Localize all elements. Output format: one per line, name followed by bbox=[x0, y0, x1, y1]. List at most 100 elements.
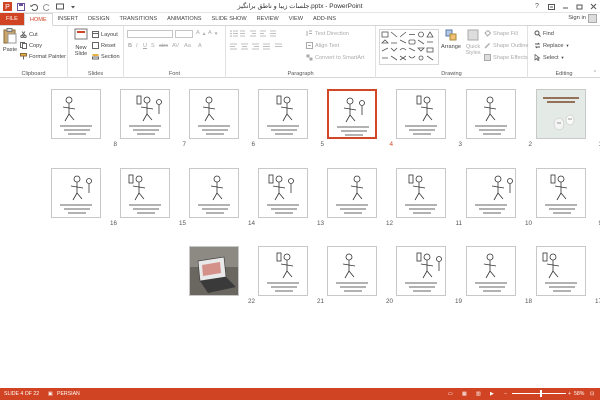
avatar[interactable] bbox=[588, 14, 597, 23]
tab-add-ins[interactable]: ADD-INS bbox=[308, 13, 341, 25]
slide-number: 2 bbox=[528, 141, 532, 148]
quick-styles-icon bbox=[467, 29, 479, 41]
collapse-ribbon-icon[interactable]: ⌃ bbox=[593, 70, 597, 76]
strikethrough-button[interactable]: abc bbox=[159, 43, 168, 49]
slide-thumbnail[interactable] bbox=[396, 168, 446, 218]
slide-number: 12 bbox=[385, 220, 393, 227]
slide-thumbnail[interactable] bbox=[466, 168, 516, 218]
slide-thumbnail[interactable] bbox=[466, 89, 516, 139]
font-size-dropdown[interactable] bbox=[175, 30, 193, 38]
spell-check-icon[interactable]: ▣ bbox=[48, 391, 53, 397]
tab-review[interactable]: REVIEW bbox=[252, 13, 284, 25]
zoom-slider[interactable] bbox=[512, 390, 566, 397]
align-text-button[interactable]: Align Text bbox=[306, 42, 339, 49]
shape-effects-button[interactable]: Shape Effects bbox=[484, 54, 528, 61]
slide-sorter-view-icon[interactable]: ▦ bbox=[462, 391, 467, 397]
text-direction-button[interactable]: Text Direction bbox=[306, 30, 349, 37]
tab-animations[interactable]: ANIMATIONS bbox=[162, 13, 206, 25]
minimize-icon[interactable] bbox=[558, 0, 572, 13]
zoom-in-icon[interactable]: + bbox=[568, 391, 571, 397]
help-icon[interactable]: ? bbox=[530, 0, 544, 13]
shape-fill-button[interactable]: Shape Fill bbox=[484, 30, 518, 37]
font-color-button[interactable]: A bbox=[198, 43, 202, 49]
document-title: جلسات زيبا و ناطق برانگيز.pptx - PowerPo… bbox=[237, 3, 363, 10]
slide-illustration bbox=[405, 95, 437, 135]
slide-thumbnail[interactable] bbox=[51, 168, 101, 218]
italic-button[interactable]: I bbox=[136, 43, 138, 49]
ribbon-display-options-icon[interactable] bbox=[544, 0, 558, 13]
window-controls: ? bbox=[530, 0, 600, 13]
bullets-button[interactable] bbox=[230, 30, 246, 37]
quick-styles-button[interactable]: Quick Styles bbox=[462, 29, 484, 57]
slide-thumbnail[interactable] bbox=[536, 168, 586, 218]
slide-thumbnail[interactable] bbox=[327, 168, 377, 218]
close-icon[interactable] bbox=[586, 0, 600, 13]
indent-buttons[interactable] bbox=[250, 30, 282, 37]
slide-thumbnail[interactable] bbox=[536, 246, 586, 296]
tab-file[interactable]: FILE bbox=[0, 13, 24, 25]
slide-thumbnail[interactable] bbox=[327, 246, 377, 296]
tab-transitions[interactable]: TRANSITIONS bbox=[114, 13, 162, 25]
zoom-level[interactable]: 58% bbox=[574, 391, 584, 397]
tab-home[interactable]: HOME bbox=[23, 13, 53, 26]
select-button[interactable]: Select ▼ bbox=[534, 54, 565, 61]
drawing-group-label: Drawing bbox=[441, 71, 462, 77]
slide-thumbnail[interactable] bbox=[258, 168, 308, 218]
cut-button[interactable]: Cut bbox=[20, 31, 38, 38]
bold-button[interactable]: B bbox=[128, 43, 132, 49]
zoom-out-icon[interactable]: − bbox=[504, 391, 507, 397]
copy-button[interactable]: Copy bbox=[20, 42, 42, 49]
slide-thumbnail[interactable] bbox=[396, 246, 446, 296]
shrink-font-button[interactable]: A ▼ bbox=[208, 30, 218, 36]
slide-thumbnail[interactable] bbox=[189, 246, 239, 296]
slide-thumbnail[interactable] bbox=[51, 89, 101, 139]
new-slide-button[interactable]: New Slide bbox=[70, 28, 92, 58]
replace-button[interactable]: Replace ▼ bbox=[534, 42, 570, 49]
tab-insert[interactable]: INSERT bbox=[53, 13, 83, 25]
underline-button[interactable]: U bbox=[143, 43, 147, 49]
slide-thumbnail[interactable] bbox=[327, 89, 377, 139]
slide-number: 10 bbox=[524, 220, 532, 227]
character-spacing-button[interactable]: AV bbox=[172, 43, 179, 49]
reading-view-icon[interactable]: ▥ bbox=[476, 391, 481, 397]
font-name-dropdown[interactable] bbox=[127, 30, 173, 38]
fit-to-window-icon[interactable]: ⊡ bbox=[590, 391, 594, 397]
find-button[interactable]: Find bbox=[534, 30, 554, 37]
normal-view-icon[interactable]: ▭ bbox=[448, 391, 453, 397]
shape-effects-icon bbox=[484, 54, 491, 61]
convert-to-smartart-button[interactable]: Convert to SmartArt bbox=[306, 54, 364, 61]
language-indicator[interactable]: PERSIAN bbox=[57, 391, 80, 397]
slide-thumbnail[interactable] bbox=[189, 168, 239, 218]
zoom-slider-handle[interactable] bbox=[540, 390, 542, 397]
slideshow-view-icon[interactable]: ▶ bbox=[490, 391, 494, 397]
slide-number: 6 bbox=[251, 141, 255, 148]
layout-button[interactable]: Layout bbox=[92, 31, 118, 38]
shape-outline-button[interactable]: Shape Outline bbox=[484, 42, 528, 49]
slide-thumbnail[interactable] bbox=[258, 89, 308, 139]
restore-icon[interactable] bbox=[572, 0, 586, 13]
sign-in-link[interactable]: Sign in bbox=[568, 15, 586, 21]
slide-thumbnail[interactable] bbox=[466, 246, 516, 296]
paint-bucket-icon bbox=[484, 30, 491, 37]
change-case-button[interactable]: Aa bbox=[184, 43, 191, 49]
slide-thumbnail[interactable] bbox=[258, 246, 308, 296]
shadow-button[interactable]: S bbox=[151, 43, 155, 49]
grow-font-button[interactable]: A ▲ bbox=[196, 30, 206, 36]
tab-view[interactable]: VIEW bbox=[284, 13, 308, 25]
slide-thumbnail[interactable] bbox=[120, 89, 170, 139]
slide-thumbnail[interactable] bbox=[189, 89, 239, 139]
format-painter-button[interactable]: Format Painter bbox=[20, 53, 66, 60]
tab-slide-show[interactable]: SLIDE SHOW bbox=[207, 13, 252, 25]
section-button[interactable]: Section bbox=[92, 53, 120, 60]
slide-thumbnail[interactable] bbox=[396, 89, 446, 139]
tab-design[interactable]: DESIGN bbox=[83, 13, 114, 25]
alignment-buttons[interactable] bbox=[230, 43, 286, 50]
reset-button[interactable]: Reset bbox=[92, 42, 116, 49]
paste-button[interactable]: Paste bbox=[2, 28, 18, 53]
slide-thumbnail[interactable] bbox=[536, 89, 586, 139]
shapes-gallery[interactable] bbox=[379, 29, 439, 65]
arrange-button[interactable]: Arrange bbox=[440, 29, 462, 50]
slide-number: 15 bbox=[178, 220, 186, 227]
bullets-icon bbox=[230, 30, 245, 37]
slide-thumbnail[interactable] bbox=[120, 168, 170, 218]
